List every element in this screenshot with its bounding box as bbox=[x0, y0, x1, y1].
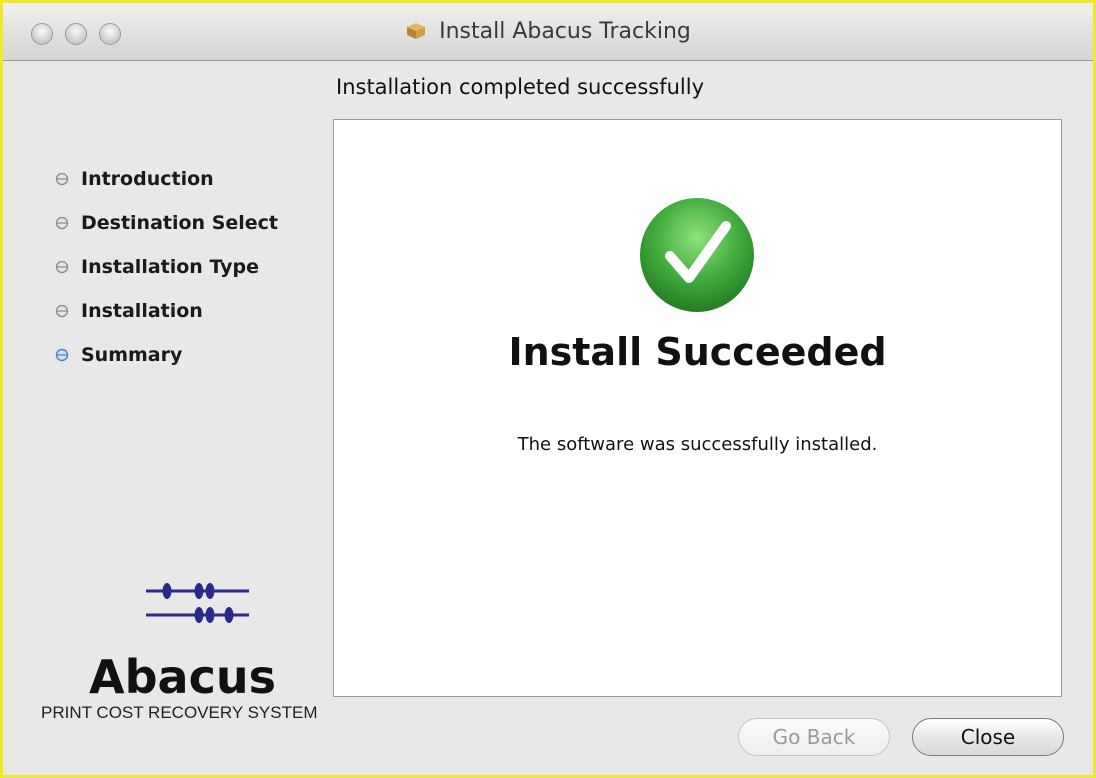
step-summary: Summary bbox=[55, 333, 278, 377]
installer-content: Installation completed successfully Intr… bbox=[3, 61, 1093, 775]
step-label: Installation Type bbox=[81, 256, 260, 278]
step-list: Introduction Destination Select Installa… bbox=[55, 157, 278, 377]
step-bullet-icon bbox=[55, 216, 69, 230]
step-bullet-icon bbox=[55, 260, 69, 274]
step-label: Introduction bbox=[81, 168, 214, 190]
step-label: Summary bbox=[81, 344, 183, 366]
step-label: Destination Select bbox=[81, 212, 279, 234]
title-bar: Install Abacus Tracking bbox=[3, 3, 1093, 61]
step-installation-type: Installation Type bbox=[55, 245, 278, 289]
step-installation: Installation bbox=[55, 289, 278, 333]
success-message: The software was successfully installed. bbox=[517, 434, 878, 455]
window-title: Install Abacus Tracking bbox=[439, 19, 691, 44]
installer-window: Install Abacus Tracking Installation com… bbox=[0, 0, 1096, 778]
go-back-button[interactable]: Go Back bbox=[738, 718, 890, 756]
abacus-logo: Abacus bbox=[89, 583, 276, 701]
result-panel: Install Succeeded The software was succe… bbox=[333, 119, 1062, 697]
step-label: Installation bbox=[81, 300, 203, 322]
step-introduction: Introduction bbox=[55, 157, 278, 201]
logo-wordmark: Abacus bbox=[89, 650, 276, 701]
close-button[interactable]: Close bbox=[912, 718, 1064, 756]
checkmark-circle-icon bbox=[640, 198, 754, 312]
page-heading: Installation completed successfully bbox=[336, 75, 705, 99]
window-title-area: Install Abacus Tracking bbox=[3, 19, 1093, 44]
step-bullet-icon bbox=[55, 304, 69, 318]
success-title: Install Succeeded bbox=[508, 330, 887, 374]
step-bullet-active-icon bbox=[55, 348, 69, 362]
step-destination-select: Destination Select bbox=[55, 201, 278, 245]
package-icon bbox=[407, 23, 426, 39]
step-bullet-icon bbox=[55, 172, 69, 186]
logo-tagline: PRINT COST RECOVERY SYSTEM bbox=[41, 703, 318, 722]
